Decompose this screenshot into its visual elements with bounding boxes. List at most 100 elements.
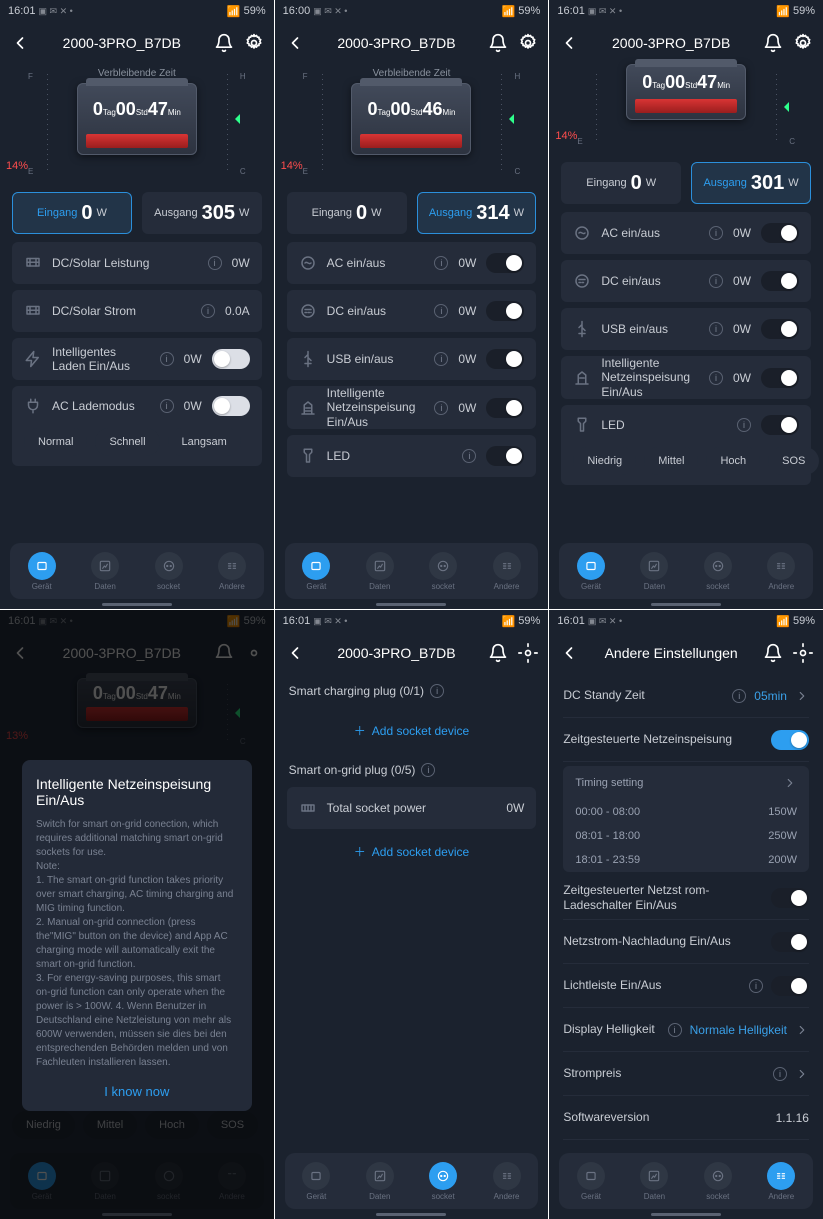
nav-geraet[interactable]: Gerät <box>577 552 605 591</box>
info-icon[interactable]: i <box>709 274 723 288</box>
info-icon[interactable]: i <box>709 371 723 385</box>
nav-geraet[interactable]: Gerät <box>577 1162 605 1201</box>
timing-row: 00:00 - 08:00150W <box>563 800 809 824</box>
nav-andere[interactable]: Andere <box>767 552 795 591</box>
tab-eingang[interactable]: Eingang0W <box>561 162 681 204</box>
device-title: 2000-3PRO_B7DB <box>40 35 204 51</box>
row-dc: DC ein/ausi0W <box>287 290 537 332</box>
row-dc-standby[interactable]: DC Standy Zeiti05min <box>563 674 809 718</box>
chip-langsam[interactable]: Langsam <box>168 428 241 456</box>
add-socket-ongrid[interactable]: ＋Add socket device <box>275 829 549 874</box>
nav-daten[interactable]: Daten <box>366 1162 394 1201</box>
info-icon[interactable]: i <box>773 1067 787 1081</box>
add-socket-charging[interactable]: ＋Add socket device <box>275 708 549 753</box>
bell-icon[interactable] <box>763 643 783 663</box>
nav-socket[interactable]: socket <box>155 552 183 591</box>
toggle-intell-netz[interactable] <box>761 368 799 388</box>
modal-ok-button[interactable]: I know now <box>36 1084 238 1099</box>
toggle-intell-netz[interactable] <box>486 398 524 418</box>
toggle-usb[interactable] <box>486 349 524 369</box>
back-icon[interactable] <box>10 33 30 53</box>
back-icon[interactable] <box>285 643 305 663</box>
info-icon[interactable]: i <box>421 763 435 777</box>
chip-hoch[interactable]: Hoch <box>706 447 760 475</box>
gear-icon[interactable] <box>518 33 538 53</box>
nav-andere[interactable]: Andere <box>493 552 521 591</box>
toggle-dc[interactable] <box>486 301 524 321</box>
toggle-ac-lademodus[interactable] <box>212 396 250 416</box>
info-icon[interactable]: i <box>201 304 215 318</box>
chip-normal[interactable]: Normal <box>24 428 87 456</box>
row-timing-setting[interactable]: Timing setting <box>563 766 809 800</box>
nav-geraet[interactable]: Gerät <box>302 1162 330 1201</box>
gear-icon[interactable] <box>793 643 813 663</box>
toggle-netzst[interactable] <box>771 888 809 908</box>
chip-schnell[interactable]: Schnell <box>95 428 159 456</box>
chip-mittel[interactable]: Mittel <box>644 447 698 475</box>
tab-ausgang[interactable]: Ausgang314W <box>417 192 537 234</box>
nav-daten[interactable]: Daten <box>640 1162 668 1201</box>
info-icon[interactable]: i <box>737 418 751 432</box>
back-icon[interactable] <box>559 643 579 663</box>
info-icon[interactable]: i <box>462 449 476 463</box>
back-icon[interactable] <box>559 33 579 53</box>
gear-icon[interactable] <box>793 33 813 53</box>
screen-other-settings: 16:01▣ ✉ ✕ •📶59% Andere Einstellungen DC… <box>549 610 823 1219</box>
nav-socket[interactable]: socket <box>704 552 732 591</box>
solar-icon <box>24 302 42 320</box>
bell-icon[interactable] <box>488 33 508 53</box>
info-icon[interactable]: i <box>160 352 174 366</box>
toggle-nachladung[interactable] <box>771 932 809 952</box>
row-nachladung: Netzstrom-Nachladung Ein/Aus <box>563 920 809 964</box>
toggle-ac[interactable] <box>486 253 524 273</box>
back-icon[interactable] <box>285 33 305 53</box>
info-icon[interactable]: i <box>709 226 723 240</box>
nav-andere[interactable]: Andere <box>218 552 246 591</box>
chip-sos[interactable]: SOS <box>768 447 819 475</box>
tab-ausgang[interactable]: Ausgang305W <box>142 192 262 234</box>
info-icon[interactable]: i <box>709 322 723 336</box>
tab-eingang[interactable]: Eingang0W <box>12 192 132 234</box>
gear-icon[interactable] <box>244 33 264 53</box>
nav-daten[interactable]: Daten <box>91 552 119 591</box>
bell-icon[interactable] <box>488 643 508 663</box>
row-strompreis[interactable]: Strompreisi <box>563 1052 809 1096</box>
row-helligkeit[interactable]: Display HelligkeitiNormale Helligkeit <box>563 1008 809 1052</box>
toggle-lichtleiste[interactable] <box>771 976 809 996</box>
nav-geraet[interactable]: Gerät <box>28 552 56 591</box>
toggle-led[interactable] <box>486 446 524 466</box>
info-icon[interactable]: i <box>434 304 448 318</box>
nav-socket[interactable]: socket <box>704 1162 732 1201</box>
tab-ausgang[interactable]: Ausgang301W <box>691 162 811 204</box>
nav-geraet[interactable]: Gerät <box>302 552 330 591</box>
nav-daten[interactable]: Daten <box>640 552 668 591</box>
tab-eingang[interactable]: Eingang0W <box>287 192 407 234</box>
info-icon[interactable]: i <box>749 979 763 993</box>
toggle-led[interactable] <box>761 415 799 435</box>
toggle-intelligent-charging[interactable] <box>212 349 250 369</box>
info-icon[interactable]: i <box>434 256 448 270</box>
bell-icon[interactable] <box>214 33 234 53</box>
info-icon[interactable]: i <box>434 401 448 415</box>
info-icon[interactable]: i <box>430 684 444 698</box>
info-icon[interactable]: i <box>160 399 174 413</box>
info-icon[interactable]: i <box>732 689 746 703</box>
info-icon[interactable]: i <box>668 1023 682 1037</box>
nav-socket[interactable]: socket <box>429 1162 457 1201</box>
nav-andere[interactable]: Andere <box>493 1162 521 1201</box>
chip-niedrig[interactable]: Niedrig <box>573 447 636 475</box>
nav-andere[interactable]: Andere <box>767 1162 795 1201</box>
toggle-dc[interactable] <box>761 271 799 291</box>
nav-socket[interactable]: socket <box>429 552 457 591</box>
info-icon[interactable]: i <box>208 256 222 270</box>
screen-device-ausgang2: 16:01▣ ✉ ✕ •📶59% 2000-3PRO_B7DB EC 0Tag0… <box>549 0 823 609</box>
nav-daten[interactable]: Daten <box>366 552 394 591</box>
info-icon[interactable]: i <box>434 352 448 366</box>
bell-icon[interactable] <box>763 33 783 53</box>
screen-socket: 16:01▣ ✉ ✕ •📶59% 2000-3PRO_B7DB Smart ch… <box>275 610 549 1219</box>
toggle-zeitgest[interactable] <box>771 730 809 750</box>
toggle-usb[interactable] <box>761 319 799 339</box>
gear-icon[interactable] <box>518 643 538 663</box>
toggle-ac[interactable] <box>761 223 799 243</box>
row-total-socket-power: Total socket power0W <box>287 787 537 829</box>
